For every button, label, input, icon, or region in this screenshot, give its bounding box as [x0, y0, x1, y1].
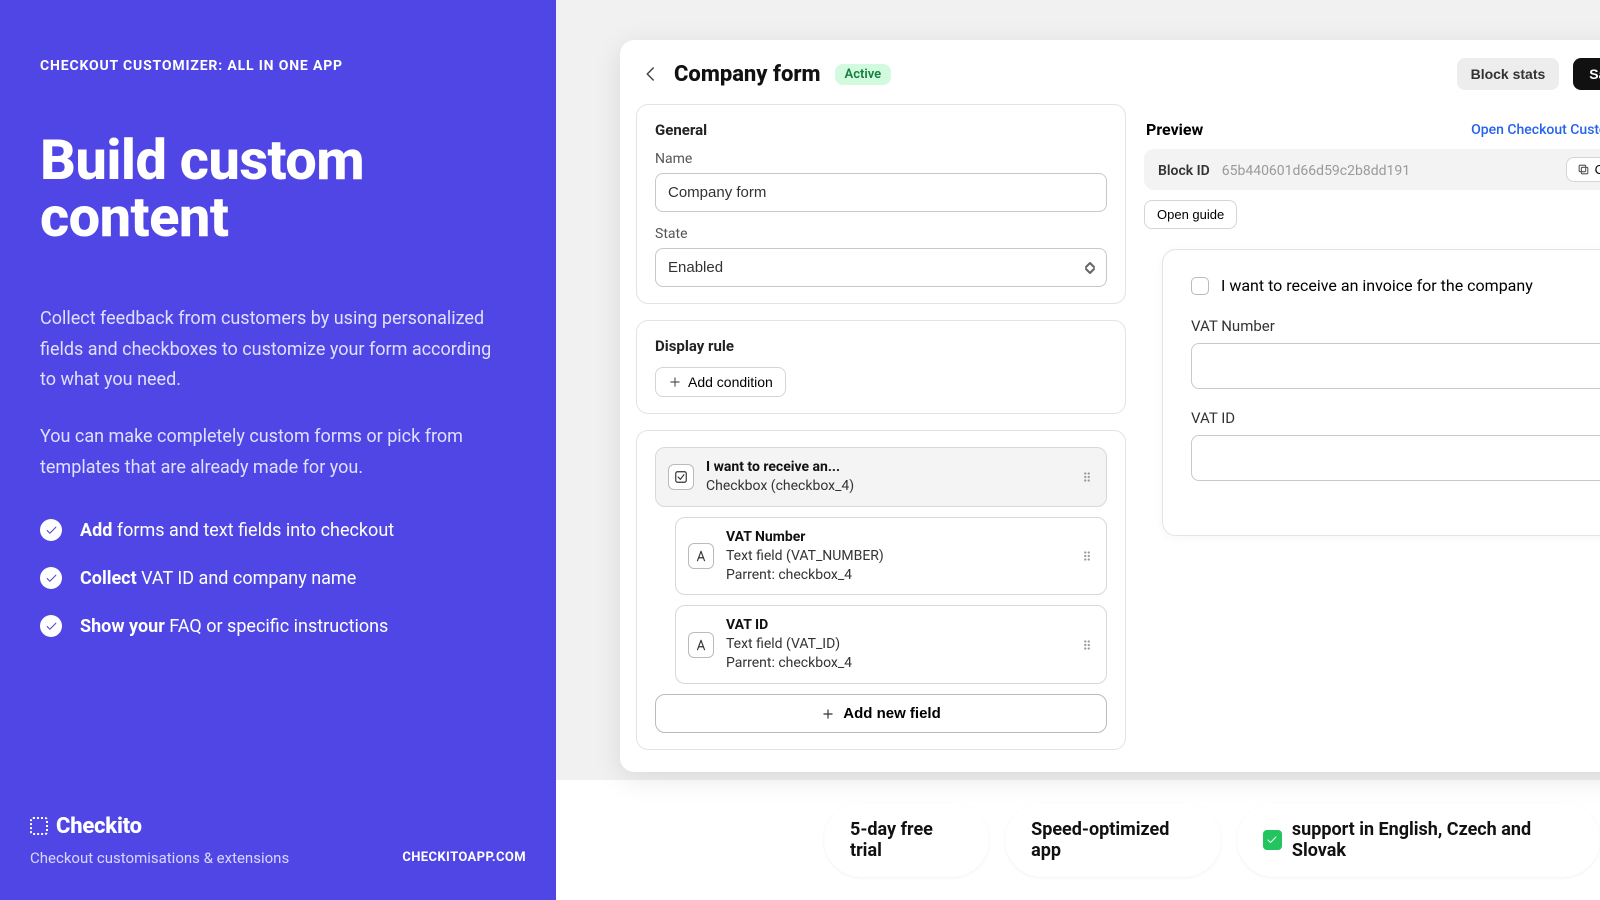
section-title-general: General — [655, 121, 1107, 139]
block-id-label: Block ID — [1158, 163, 1210, 179]
bullet-collect: Collect VAT ID and company name — [40, 567, 516, 589]
check-circle-icon — [40, 615, 62, 637]
status-badge: Active — [835, 64, 892, 85]
field-row-checkbox[interactable]: I want to receive an... Checkbox (checkb… — [655, 447, 1107, 507]
general-card: General Name State — [636, 104, 1126, 304]
checkbox-icon[interactable] — [1191, 277, 1209, 295]
fields-card: I want to receive an... Checkbox (checkb… — [636, 430, 1126, 750]
preview-input-vat-number[interactable] — [1191, 343, 1600, 389]
field-sub: Text field (VAT_NUMBER) — [726, 547, 1068, 566]
bullet-text: VAT ID and company name — [137, 568, 357, 589]
hero-line-1: Build custom — [40, 127, 364, 193]
check-circle-icon — [40, 567, 62, 589]
section-title-display-rule: Display rule — [655, 337, 1107, 355]
bullet-text: forms and text fields into checkout — [112, 520, 394, 541]
page-title: Company form — [674, 62, 821, 87]
text-field-icon — [688, 632, 714, 658]
brand-tagline: Checkout customisations & extensions — [30, 849, 289, 867]
brand-name: Checkito — [56, 814, 142, 839]
copy-button[interactable]: Copy — [1566, 157, 1600, 182]
block-stats-button[interactable]: Block stats — [1457, 58, 1560, 90]
field-sub: Text field (VAT_ID) — [726, 635, 1068, 654]
preview-checkbox-row[interactable]: I want to receive an invoice for the com… — [1191, 276, 1600, 295]
bullet-show: Show your FAQ or specific instructions — [40, 615, 516, 637]
footer-brand-block: Checkito Checkout customisations & exten… — [0, 814, 556, 867]
app-window: Company form Active Block stats Save Gen… — [620, 40, 1600, 772]
drag-handle-icon[interactable] — [1080, 470, 1094, 484]
field-parent: Parrent: checkbox_4 — [726, 566, 1068, 585]
footer-bar: Checkito Checkout customisations & exten… — [0, 780, 1600, 900]
bullet-add: Add forms and text fields into checkout — [40, 519, 516, 541]
preview-form: I want to receive an invoice for the com… — [1162, 249, 1600, 536]
intro-paragraph-2: You can make completely custom forms or … — [40, 422, 500, 483]
feature-bullets: Add forms and text fields into checkout … — [40, 519, 516, 637]
drag-handle-icon[interactable] — [1080, 638, 1094, 652]
field-title: VAT ID — [726, 616, 1068, 635]
block-id-value: 65b440601d66d59c2b8dd191 — [1222, 163, 1410, 179]
hero-title: Build custom content — [40, 132, 516, 246]
pill-support: support in English, Czech and Slovak — [1237, 803, 1600, 877]
back-arrow-icon[interactable] — [642, 65, 660, 83]
bullet-strong: Add — [80, 520, 112, 541]
field-title: VAT Number — [726, 528, 1068, 547]
save-button[interactable]: Save — [1573, 58, 1600, 90]
bullet-strong: Collect — [80, 568, 137, 589]
field-title: I want to receive an... — [706, 458, 1068, 477]
preview-checkbox-label: I want to receive an invoice for the com… — [1221, 276, 1533, 295]
field-row-vat-number[interactable]: VAT Number Text field (VAT_NUMBER) Parre… — [675, 517, 1107, 596]
eyebrow: CHECKOUT CUSTOMIZER: ALL IN ONE APP — [40, 58, 516, 74]
bullet-text: FAQ or specific instructions — [165, 616, 389, 637]
check-square-icon — [1263, 830, 1282, 850]
checkbox-icon — [668, 464, 694, 490]
state-select[interactable] — [655, 248, 1107, 287]
name-input[interactable] — [655, 173, 1107, 212]
preview-label-vat-id: VAT ID — [1191, 409, 1600, 427]
field-sub: Checkbox (checkbox_4) — [706, 477, 1068, 496]
check-circle-icon — [40, 519, 62, 541]
chevron-updown-icon — [1085, 262, 1095, 274]
footer-pills: 5-day free trial Speed-optimized app sup… — [556, 803, 1600, 877]
brand-url: CHECKITOAPP.COM — [402, 850, 526, 865]
name-label: Name — [655, 151, 1107, 167]
add-field-button[interactable]: Add new field — [655, 694, 1107, 733]
pill-trial: 5-day free trial — [824, 803, 989, 877]
bullet-strong: Show your — [80, 616, 165, 637]
text-field-icon — [688, 543, 714, 569]
intro-paragraph-1: Collect feedback from customers by using… — [40, 304, 500, 396]
preview-input-vat-id[interactable] — [1191, 435, 1600, 481]
preview-title: Preview — [1146, 120, 1203, 139]
app-header: Company form Active Block stats Save — [620, 40, 1600, 104]
pill-support-text: support in English, Czech and Slovak — [1292, 819, 1574, 861]
drag-handle-icon[interactable] — [1080, 549, 1094, 563]
preview-label-vat-number: VAT Number — [1191, 317, 1600, 335]
add-condition-label: Add condition — [688, 374, 773, 390]
preview-column: Preview Open Checkout Customizer Block I… — [1144, 104, 1600, 750]
state-label: State — [655, 226, 1107, 242]
open-guide-button[interactable]: Open guide — [1144, 200, 1237, 229]
field-parent: Parrent: checkbox_4 — [726, 654, 1068, 673]
pill-speed: Speed-optimized app — [1005, 803, 1221, 877]
block-id-bar: Block ID 65b440601d66d59c2b8dd191 Copy — [1144, 149, 1600, 190]
copy-label: Copy — [1595, 162, 1600, 177]
brand-logo: Checkito — [30, 814, 556, 839]
hero-line-2: content — [40, 184, 228, 250]
add-field-label: Add new field — [843, 705, 941, 722]
open-checkout-customizer-link[interactable]: Open Checkout Customizer — [1471, 122, 1600, 138]
marketing-panel: CHECKOUT CUSTOMIZER: ALL IN ONE APP Buil… — [0, 0, 556, 780]
logo-icon — [30, 817, 48, 835]
add-condition-button[interactable]: Add condition — [655, 367, 786, 397]
field-row-vat-id[interactable]: VAT ID Text field (VAT_ID) Parrent: chec… — [675, 605, 1107, 684]
display-rule-card: Display rule Add condition — [636, 320, 1126, 414]
